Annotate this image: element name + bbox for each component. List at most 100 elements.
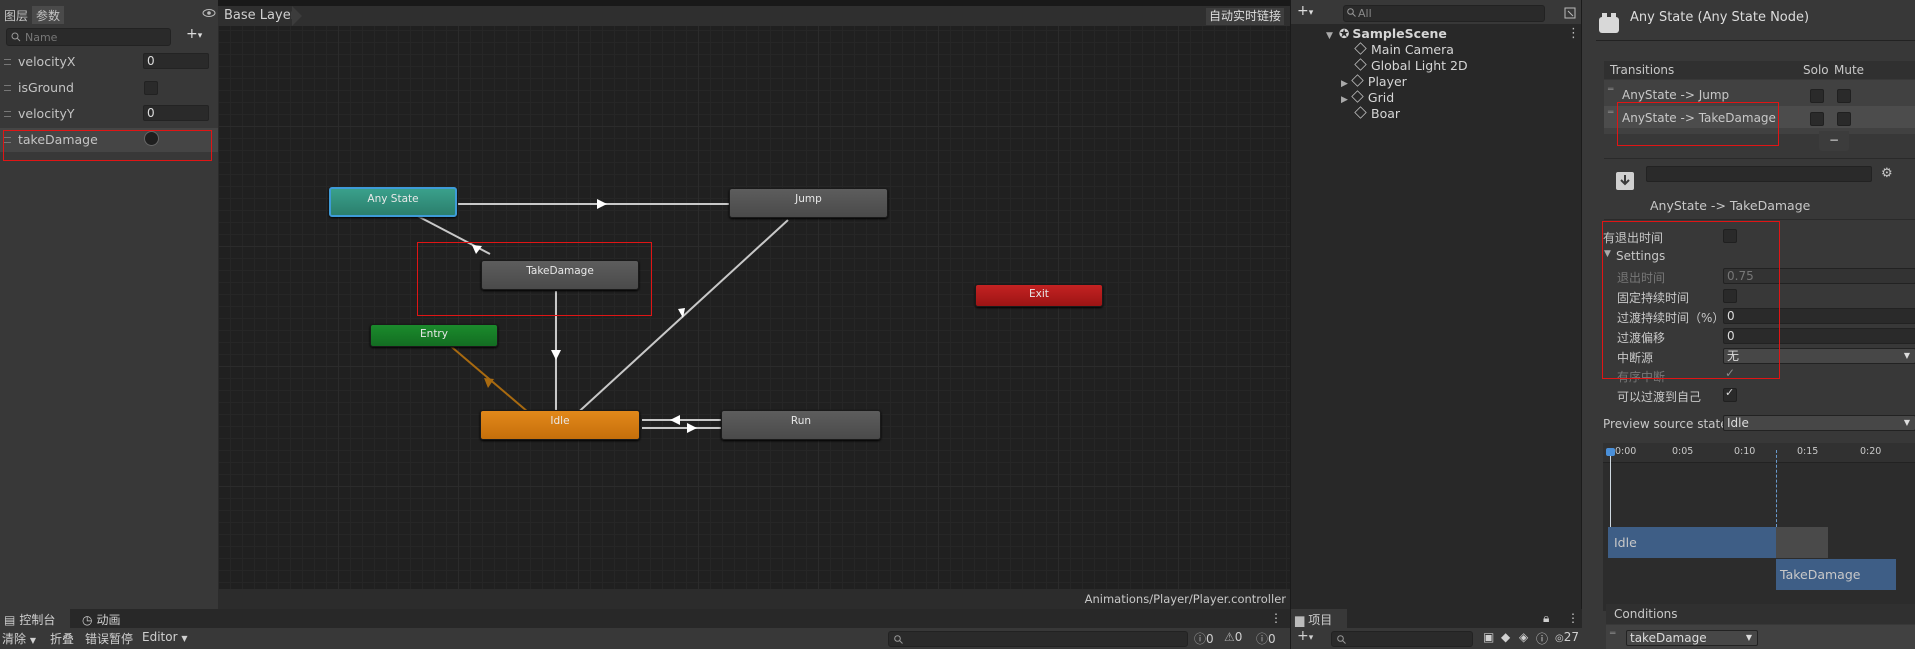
transition-marker[interactable] bbox=[1776, 450, 1777, 527]
drag-handle-icon[interactable] bbox=[4, 85, 11, 91]
state-any-state[interactable]: Any State bbox=[329, 187, 457, 217]
project-menu-icon[interactable]: ⋮ bbox=[1567, 611, 1579, 625]
gameobject-icon bbox=[1351, 90, 1364, 103]
tab-project[interactable]: ▆ 项目 bbox=[1295, 611, 1332, 628]
label-icon[interactable]: ◈ bbox=[1519, 630, 1528, 644]
param-value-field[interactable]: 0 bbox=[143, 53, 209, 69]
tab-animation[interactable]: ◷ 动画 bbox=[82, 611, 121, 628]
hierarchy-item-global-light-2d[interactable]: Global Light 2D bbox=[1354, 58, 1468, 73]
drag-handle-icon[interactable]: ═ bbox=[1608, 85, 1613, 95]
hierarchy-item-main-camera[interactable]: Main Camera bbox=[1354, 42, 1454, 57]
scene-menu-icon[interactable]: ⋮ bbox=[1567, 26, 1580, 41]
search-icon bbox=[894, 635, 903, 644]
chevron-down-icon: ▼ bbox=[1745, 633, 1752, 642]
dropdown-value: Editor bbox=[142, 630, 178, 644]
solo-checkbox[interactable] bbox=[1810, 89, 1824, 103]
solo-header: Solo bbox=[1803, 63, 1829, 77]
hierarchy-item-player[interactable]: ▶ Player bbox=[1341, 74, 1407, 89]
state-run[interactable]: Run bbox=[721, 410, 881, 440]
item-label: Grid bbox=[1367, 90, 1395, 105]
tab-console[interactable]: ▤ 控制台 bbox=[4, 611, 55, 628]
transition-arrow-icon bbox=[687, 423, 697, 433]
clear-button[interactable]: 清除 ▼ bbox=[2, 630, 36, 647]
hierarchy-item-grid[interactable]: ▶ Grid bbox=[1341, 90, 1394, 105]
dropdown-value: Idle bbox=[1727, 416, 1749, 430]
tab-parameters[interactable]: 参数 bbox=[32, 6, 65, 24]
transition-arrow-icon bbox=[551, 350, 561, 360]
hierarchy-toolbar: +▾ All bbox=[1291, 0, 1582, 24]
param-row-velocityx[interactable]: velocityX 0 bbox=[0, 50, 218, 74]
expand-arrow-icon[interactable]: ▶ bbox=[1341, 95, 1348, 105]
hierarchy-item-boar[interactable]: Boar bbox=[1354, 106, 1400, 121]
add-parameter-button[interactable]: +▾ bbox=[186, 26, 202, 42]
drag-handle-icon[interactable] bbox=[4, 59, 11, 65]
timeline-tick: 0:05 bbox=[1672, 446, 1694, 457]
warning-count-button[interactable]: ⚠0 bbox=[1224, 630, 1242, 644]
preview-source-dropdown[interactable]: Idle ▼ bbox=[1723, 415, 1915, 431]
drag-handle-icon[interactable] bbox=[4, 111, 11, 117]
tab-label: 项目 bbox=[1308, 613, 1333, 627]
param-name: velocityY bbox=[18, 106, 75, 121]
console-search-input[interactable] bbox=[888, 631, 1188, 647]
animator-graph[interactable]: Base Layer 自动实时链接 Any State Jump TakeDam… bbox=[218, 6, 1290, 609]
param-name: isGround bbox=[18, 80, 74, 95]
state-jump[interactable]: Jump bbox=[729, 188, 888, 218]
inspector-title: Any State (Any State Node) bbox=[1630, 10, 1810, 25]
scene-name: SampleScene bbox=[1352, 26, 1447, 41]
project-search-input[interactable] bbox=[1331, 631, 1473, 647]
scene-root[interactable]: ▼ ✪ SampleScene bbox=[1326, 26, 1447, 41]
can-transition-to-self-checkbox[interactable]: ✓ bbox=[1723, 386, 1737, 402]
drag-handle-icon[interactable]: ═ bbox=[1608, 108, 1613, 118]
console-menu-icon[interactable]: ⋮ bbox=[1270, 611, 1282, 625]
error-count-button[interactable]: ⓘ0 bbox=[1256, 630, 1276, 647]
log-count-button[interactable]: ⓘ0 bbox=[1194, 630, 1214, 647]
state-entry[interactable]: Entry bbox=[370, 324, 498, 347]
search-icon bbox=[1337, 635, 1346, 644]
lock-icon[interactable]: 🔒︎ bbox=[1543, 611, 1549, 626]
mute-checkbox[interactable] bbox=[1837, 112, 1851, 126]
error-icon[interactable]: ⓘ bbox=[1536, 630, 1548, 647]
timeline-tick: 0:10 bbox=[1734, 446, 1756, 457]
error-pause-button[interactable]: 错误暂停 bbox=[85, 630, 133, 647]
project-toolbar: +▾ ▣ ◆ ◈ ⓘ ◎27 bbox=[1291, 628, 1582, 649]
create-asset-button[interactable]: +▾ bbox=[1297, 628, 1313, 644]
console-panel: ▤ 控制台 ◷ 动画 ⋮ 清除 ▼ 折叠 错误暂停 Editor ▼ ⓘ0 ⚠0 ⓘ… bbox=[0, 609, 1290, 649]
remove-transition-button[interactable]: − bbox=[1819, 131, 1849, 151]
count-label: 0 bbox=[1268, 632, 1276, 646]
editor-dropdown[interactable]: Editor ▼ bbox=[142, 630, 188, 644]
state-idle[interactable]: Idle bbox=[480, 410, 640, 440]
eye-icon[interactable] bbox=[202, 8, 216, 18]
create-button[interactable]: +▾ bbox=[1297, 3, 1313, 19]
playhead[interactable] bbox=[1610, 450, 1611, 527]
tab-layers[interactable]: 图层 bbox=[0, 6, 32, 24]
condition-parameter-dropdown[interactable]: takeDamage ▼ bbox=[1626, 630, 1758, 646]
param-row-isground[interactable]: isGround bbox=[0, 76, 218, 100]
item-label: Main Camera bbox=[1371, 42, 1454, 57]
highlight-box bbox=[1602, 221, 1780, 379]
gameobject-icon bbox=[1354, 58, 1367, 71]
gear-icon[interactable]: ⚙ bbox=[1881, 166, 1893, 181]
item-label: Player bbox=[1367, 74, 1407, 89]
unity-logo-icon: ✪ bbox=[1338, 26, 1350, 41]
mute-checkbox[interactable] bbox=[1837, 89, 1851, 103]
drag-handle-icon[interactable]: ═ bbox=[1610, 629, 1615, 639]
hierarchy-search-input[interactable]: All bbox=[1343, 5, 1545, 22]
transition-name-input[interactable] bbox=[1646, 166, 1872, 182]
expand-arrow-icon[interactable]: ▶ bbox=[1341, 79, 1348, 89]
graph-statusbar: Animations/Player/Player.controller bbox=[218, 589, 1290, 609]
search-by-type-icon[interactable]: ▣ bbox=[1483, 630, 1494, 644]
state-exit[interactable]: Exit bbox=[975, 284, 1103, 307]
param-value-field[interactable]: 0 bbox=[143, 105, 209, 121]
search-mode-icon[interactable] bbox=[1564, 7, 1576, 19]
filter-icon[interactable]: ◆ bbox=[1501, 630, 1510, 644]
solo-checkbox[interactable] bbox=[1810, 112, 1824, 126]
transition-row-jump[interactable]: AnyState -> Jump bbox=[1622, 88, 1729, 102]
param-bool-checkbox[interactable] bbox=[144, 81, 158, 95]
warning-icon: ⚠ bbox=[1224, 630, 1235, 644]
expand-arrow-icon[interactable]: ▼ bbox=[1326, 31, 1333, 41]
collapse-button[interactable]: 折叠 bbox=[50, 630, 74, 647]
param-row-velocityy[interactable]: velocityY 0 bbox=[0, 102, 218, 126]
playhead-marker-icon[interactable] bbox=[1606, 448, 1615, 456]
params-search-input[interactable]: Name bbox=[6, 28, 171, 46]
mute-header: Mute bbox=[1834, 63, 1865, 77]
